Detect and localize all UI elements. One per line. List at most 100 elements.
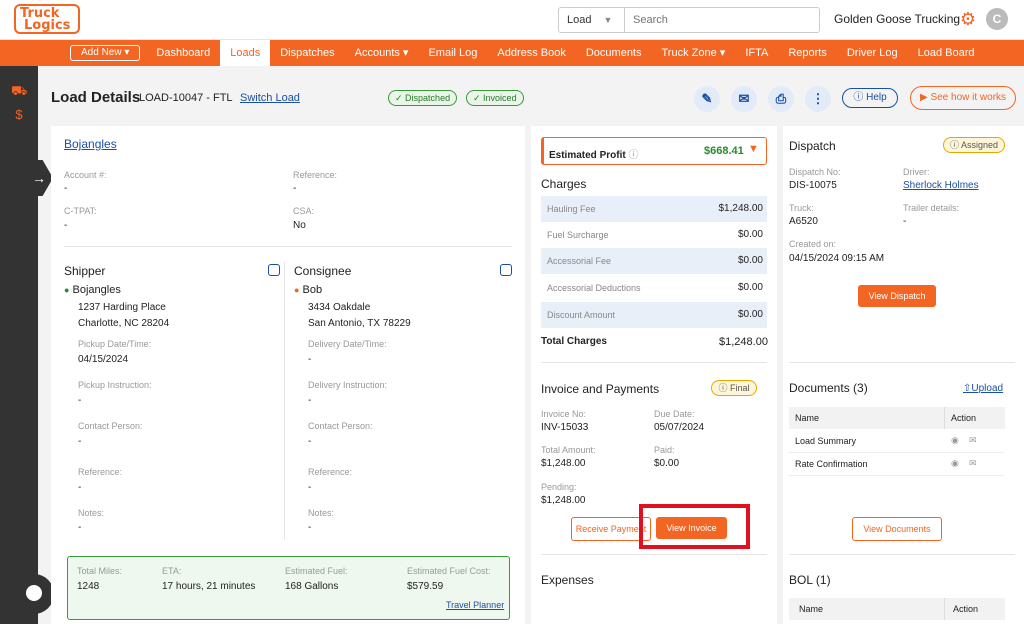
consignee-address-line2: San Antonio, TX 78229: [308, 318, 411, 329]
eye-icon[interactable]: ◉: [951, 435, 959, 446]
estimated-fuel-label: Estimated Fuel:: [285, 566, 348, 576]
dispatch-no-value: DIS-10075: [789, 180, 837, 191]
consignee-reference-value: -: [308, 482, 312, 493]
status-badge-invoiced: ✓ Invoiced: [466, 90, 524, 106]
dispatch-status-badge: ⓘ Assigned: [943, 137, 1005, 153]
location-pin-icon: ●: [64, 285, 70, 295]
divider: [64, 246, 512, 247]
driver-link[interactable]: Sherlock Holmes: [903, 180, 979, 191]
delivery-date-label: Delivery Date/Time:: [308, 339, 387, 349]
eye-icon[interactable]: ◉: [951, 458, 959, 469]
due-date-label: Due Date:: [654, 409, 695, 419]
nav-item-dispatches[interactable]: Dispatches: [270, 40, 344, 66]
nav-item-ifta[interactable]: IFTA: [735, 40, 778, 66]
add-new-button[interactable]: Add New ▾: [70, 45, 141, 61]
view-dispatch-button[interactable]: View Dispatch: [858, 285, 936, 307]
documents-heading: Documents (3): [789, 381, 868, 395]
left-sidebar: ⛟ $: [0, 66, 38, 624]
see-how-it-works-button[interactable]: ▶ See how it works: [910, 86, 1016, 110]
switch-load-link[interactable]: Switch Load: [240, 92, 300, 104]
nav-item-address-book[interactable]: Address Book: [487, 40, 575, 66]
email-icon[interactable]: ✉: [969, 435, 977, 446]
dollar-icon[interactable]: $: [11, 107, 27, 123]
expenses-heading: Expenses: [541, 573, 594, 587]
edit-consignee-icon[interactable]: [500, 264, 512, 276]
print-icon[interactable]: ⎙: [768, 86, 794, 112]
consignee-address-line1: 3434 Oakdale: [308, 302, 371, 313]
search-type-select[interactable]: Load ▼: [559, 8, 625, 32]
nav-item-loads[interactable]: Loads: [220, 40, 271, 66]
edit-icon[interactable]: ✎: [694, 86, 720, 112]
consignee-name: ● Bob: [294, 284, 323, 296]
consignee-notes-label: Notes:: [308, 508, 335, 518]
load-id: LOAD-10047 - FTL: [139, 92, 233, 104]
delivery-instruction-label: Delivery Instruction:: [308, 380, 388, 390]
consignee-reference-label: Reference:: [308, 467, 353, 477]
paid-value: $0.00: [654, 458, 680, 469]
main-nav: Add New ▾ Dashboard Loads Dispatches Acc…: [0, 40, 1024, 66]
nav-item-documents[interactable]: Documents: [576, 40, 652, 66]
status-badge-dispatched: ✓ Dispatched: [388, 90, 458, 106]
total-charges-value: $1,248.00: [719, 336, 768, 348]
table-row: Rate Confirmation ◉ ✉: [789, 453, 1005, 476]
divider: [789, 362, 1015, 363]
travel-planner-link[interactable]: Travel Planner: [446, 600, 504, 610]
ctpat-label: C-TPAT:: [64, 206, 97, 216]
bol-table-header: Name Action: [789, 598, 1005, 620]
delivery-date-value: -: [308, 354, 312, 365]
created-on-value: 04/15/2024 09:15 AM: [789, 253, 885, 264]
eta-value: 17 hours, 21 minutes: [162, 581, 256, 592]
upload-link[interactable]: ⇧Upload: [963, 383, 1003, 394]
reference-label: Reference:: [293, 170, 338, 180]
sidebar-expand-arrow-icon[interactable]: →: [27, 160, 53, 196]
truck-logics-logo[interactable]: Truck Logics: [14, 4, 84, 34]
estimated-profit-label: Estimated Profit ⓘ: [549, 150, 639, 161]
delivery-instruction-value: -: [308, 395, 312, 406]
consignee-heading: Consignee: [294, 264, 352, 278]
nav-item-reports[interactable]: Reports: [778, 40, 837, 66]
estimated-fuel-cost-value: $579.59: [407, 581, 444, 592]
charge-row: Accessorial Deductions $0.00: [547, 282, 763, 293]
chevron-down-icon[interactable]: ▼: [748, 143, 759, 155]
truck-icon[interactable]: ⛟: [11, 83, 27, 99]
estimated-profit-value: $668.41: [704, 145, 744, 157]
logo-text-line2: Logics: [24, 18, 71, 33]
consignee-contact-label: Contact Person:: [308, 421, 373, 431]
edit-shipper-icon[interactable]: [268, 264, 280, 276]
chevron-down-icon: ▼: [603, 15, 613, 25]
consignee-notes-value: -: [308, 522, 312, 533]
paid-label: Paid:: [654, 445, 675, 455]
charge-row: Discount Amount $0.00: [541, 302, 767, 328]
chat-icon[interactable]: [14, 574, 54, 614]
more-options-icon[interactable]: ⋮: [805, 86, 831, 112]
table-row: Load Summary ◉ ✉: [789, 430, 1005, 453]
trailer-label: Trailer details:: [903, 203, 960, 213]
total-amount-label: Total Amount:: [541, 445, 596, 455]
email-icon[interactable]: ✉: [731, 86, 757, 112]
gear-icon[interactable]: ⚙: [958, 9, 978, 29]
reference-value: -: [293, 183, 297, 194]
shipper-address-line2: Charlotte, NC 28204: [78, 318, 170, 329]
highlight-box: [639, 504, 750, 549]
ctpat-value: -: [64, 220, 68, 231]
email-icon[interactable]: ✉: [969, 458, 977, 469]
help-button[interactable]: ⓘ Help: [842, 88, 898, 108]
pending-label: Pending:: [541, 482, 577, 492]
dispatch-no-label: Dispatch No:: [789, 167, 841, 177]
search-input[interactable]: [625, 8, 819, 32]
view-documents-button[interactable]: View Documents: [852, 517, 942, 541]
avatar[interactable]: C: [986, 8, 1008, 30]
nav-item-dashboard[interactable]: Dashboard: [146, 40, 220, 66]
pickup-date-label: Pickup Date/Time:: [78, 339, 152, 349]
invoice-no-value: INV-15033: [541, 422, 589, 433]
nav-item-accounts[interactable]: Accounts ▾: [345, 40, 419, 66]
nav-item-load-board[interactable]: Load Board: [908, 40, 985, 66]
shipper-reference-label: Reference:: [78, 467, 123, 477]
due-date-value: 05/07/2024: [654, 422, 705, 433]
shipper-heading: Shipper: [64, 264, 106, 278]
nav-item-email-log[interactable]: Email Log: [418, 40, 487, 66]
nav-item-truck-zone[interactable]: Truck Zone ▾: [652, 40, 736, 66]
account-label: Account #:: [64, 170, 107, 180]
customer-name-link[interactable]: Bojangles: [64, 137, 117, 151]
nav-item-driver-log[interactable]: Driver Log: [837, 40, 908, 66]
